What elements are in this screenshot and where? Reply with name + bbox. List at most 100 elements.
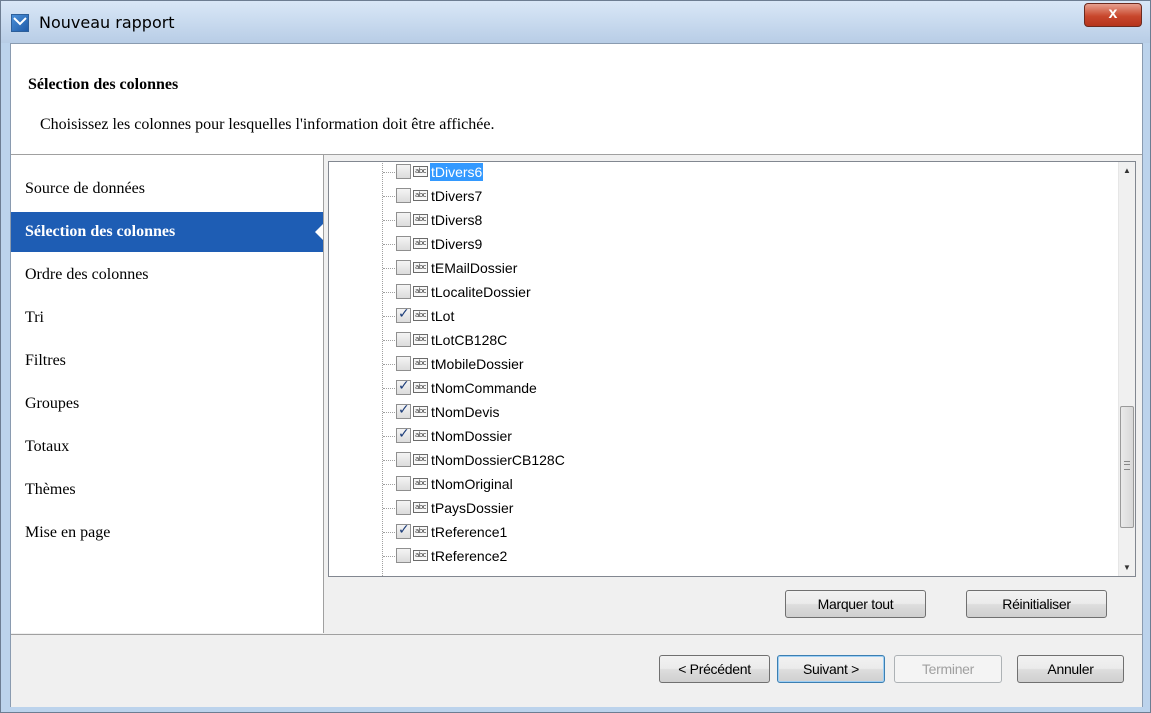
nav-step-label: Tri: [25, 309, 44, 326]
nav-step[interactable]: Filtres: [11, 341, 323, 381]
column-checkbox[interactable]: [396, 236, 411, 251]
tree-row[interactable]: ✓ abc tNomDossier: [329, 425, 1109, 449]
tree-branch-line: [383, 196, 395, 197]
text-field-icon: abc: [413, 286, 428, 297]
tree-branch-line: [383, 172, 395, 173]
tree-branch-line: [383, 340, 395, 341]
tree-row[interactable]: ✓ abc tReference1: [329, 521, 1109, 545]
reset-button[interactable]: Réinitialiser: [966, 590, 1107, 618]
nav-step-label: Sélection des colonnes: [25, 223, 176, 240]
column-label[interactable]: tLocaliteDossier: [430, 283, 532, 301]
column-checkbox[interactable]: [396, 356, 411, 371]
scrollbar-thumb[interactable]: [1120, 406, 1134, 528]
column-label[interactable]: tDivers7: [430, 187, 483, 205]
tree-row[interactable]: ✓ abc tNomCommande: [329, 377, 1109, 401]
column-checkbox[interactable]: [396, 260, 411, 275]
tree-row[interactable]: abc tLotCB128C: [329, 329, 1109, 353]
nav-step[interactable]: Sélection des colonnes: [11, 212, 323, 252]
active-step-arrow-icon: [315, 224, 323, 240]
nav-step[interactable]: Tri: [11, 298, 323, 338]
column-checkbox[interactable]: ✓: [396, 306, 411, 323]
next-button[interactable]: Suivant >: [777, 655, 885, 683]
page-title: Sélection des colonnes: [28, 76, 179, 93]
tree-row[interactable]: ✓ abc tLot: [329, 305, 1109, 329]
tree-row[interactable]: abc tEMailDossier: [329, 257, 1109, 281]
tree-row[interactable]: abc tDivers9: [329, 233, 1109, 257]
column-label[interactable]: tReference2: [430, 547, 508, 565]
column-label[interactable]: tDivers8: [430, 211, 483, 229]
column-label[interactable]: tNomDossier: [430, 427, 513, 445]
column-label[interactable]: tReference1: [430, 523, 508, 541]
text-field-icon: abc: [413, 214, 428, 225]
tree-branch-line: [383, 508, 395, 509]
text-field-icon: abc: [413, 430, 428, 441]
column-checkbox[interactable]: [396, 212, 411, 227]
column-checkbox[interactable]: [396, 284, 411, 299]
nav-step[interactable]: Mise en page: [11, 513, 323, 553]
text-field-icon: abc: [413, 502, 428, 513]
column-checkbox[interactable]: ✓: [396, 522, 411, 539]
column-checkbox[interactable]: [396, 164, 411, 179]
nav-step[interactable]: Totaux: [11, 427, 323, 467]
column-label[interactable]: tDivers6: [430, 163, 484, 181]
tree-row[interactable]: abc tPaysDossier: [329, 497, 1109, 521]
tree-branch-line: [383, 460, 395, 461]
mark-all-button[interactable]: Marquer tout: [785, 590, 926, 618]
column-label[interactable]: tLot: [430, 307, 455, 325]
text-field-icon: abc: [413, 262, 428, 273]
column-checkbox[interactable]: [396, 332, 411, 347]
column-label[interactable]: tNomCommande: [430, 379, 538, 397]
column-checkbox[interactable]: [396, 452, 411, 467]
tree-row[interactable]: abc tDivers8: [329, 209, 1109, 233]
tree-branch-line: [383, 556, 395, 557]
text-field-icon: abc: [413, 238, 428, 249]
column-checkbox[interactable]: ✓: [396, 402, 411, 419]
column-checkbox[interactable]: ✓: [396, 426, 411, 443]
nav-step-label: Mise en page: [25, 524, 111, 541]
column-label[interactable]: tEMailDossier: [430, 259, 518, 277]
tree-row[interactable]: abc tNomDossierCB128C: [329, 449, 1109, 473]
nav-step[interactable]: Ordre des colonnes: [11, 255, 323, 295]
tree-row[interactable]: abc tDivers6: [329, 162, 1109, 185]
tree-row[interactable]: abc tDivers7: [329, 185, 1109, 209]
column-label[interactable]: tMobileDossier: [430, 355, 525, 373]
column-label[interactable]: tNomDevis: [430, 403, 500, 421]
wizard-steps-nav: Source de données Sélection des colonnes O…: [11, 155, 324, 633]
column-label[interactable]: tNomDossierCB128C: [430, 451, 566, 469]
text-field-icon: abc: [413, 478, 428, 489]
text-field-icon: abc: [413, 550, 428, 561]
nav-step[interactable]: Thèmes: [11, 470, 323, 510]
scroll-down-icon[interactable]: ▼: [1119, 559, 1135, 576]
column-checkbox[interactable]: [396, 188, 411, 203]
vertical-scrollbar[interactable]: ▲ ▼: [1118, 162, 1135, 576]
nav-step-label: Source de données: [25, 180, 145, 197]
tree-row[interactable]: abc tMobileDossier: [329, 353, 1109, 377]
tree-row[interactable]: abc tLocaliteDossier: [329, 281, 1109, 305]
nav-step[interactable]: Source de données: [11, 169, 323, 209]
nav-step-label: Groupes: [25, 395, 80, 412]
nav-step[interactable]: Groupes: [11, 384, 323, 424]
tree-row[interactable]: ✓ abc tNomDevis: [329, 401, 1109, 425]
tree-row[interactable]: abc tNomOriginal: [329, 473, 1109, 497]
title-bar[interactable]: Nouveau rapport x: [1, 1, 1150, 43]
column-label[interactable]: tNomOriginal: [430, 475, 514, 493]
tree-branch-line: [383, 268, 395, 269]
nav-step-label: Filtres: [25, 352, 66, 369]
text-field-icon: abc: [413, 454, 428, 465]
checkmark-icon: ✓: [398, 426, 410, 442]
column-checkbox[interactable]: ✓: [396, 378, 411, 395]
scroll-up-icon[interactable]: ▲: [1119, 162, 1135, 179]
columns-tree[interactable]: abc tDivers6 abc tDivers7 abc tDivers8 abc tDiv…: [328, 161, 1136, 577]
text-field-icon: abc: [413, 190, 428, 201]
column-checkbox[interactable]: [396, 548, 411, 563]
column-checkbox[interactable]: [396, 500, 411, 515]
column-label[interactable]: tDivers9: [430, 235, 483, 253]
cancel-button[interactable]: Annuler: [1017, 655, 1124, 683]
close-button[interactable]: x: [1084, 3, 1142, 27]
previous-button[interactable]: < Précédent: [659, 655, 770, 683]
tree-row[interactable]: abc tReference2: [329, 545, 1109, 569]
column-label[interactable]: tLotCB128C: [430, 331, 508, 349]
app-icon: [11, 14, 29, 32]
column-label[interactable]: tPaysDossier: [430, 499, 514, 517]
column-checkbox[interactable]: [396, 476, 411, 491]
